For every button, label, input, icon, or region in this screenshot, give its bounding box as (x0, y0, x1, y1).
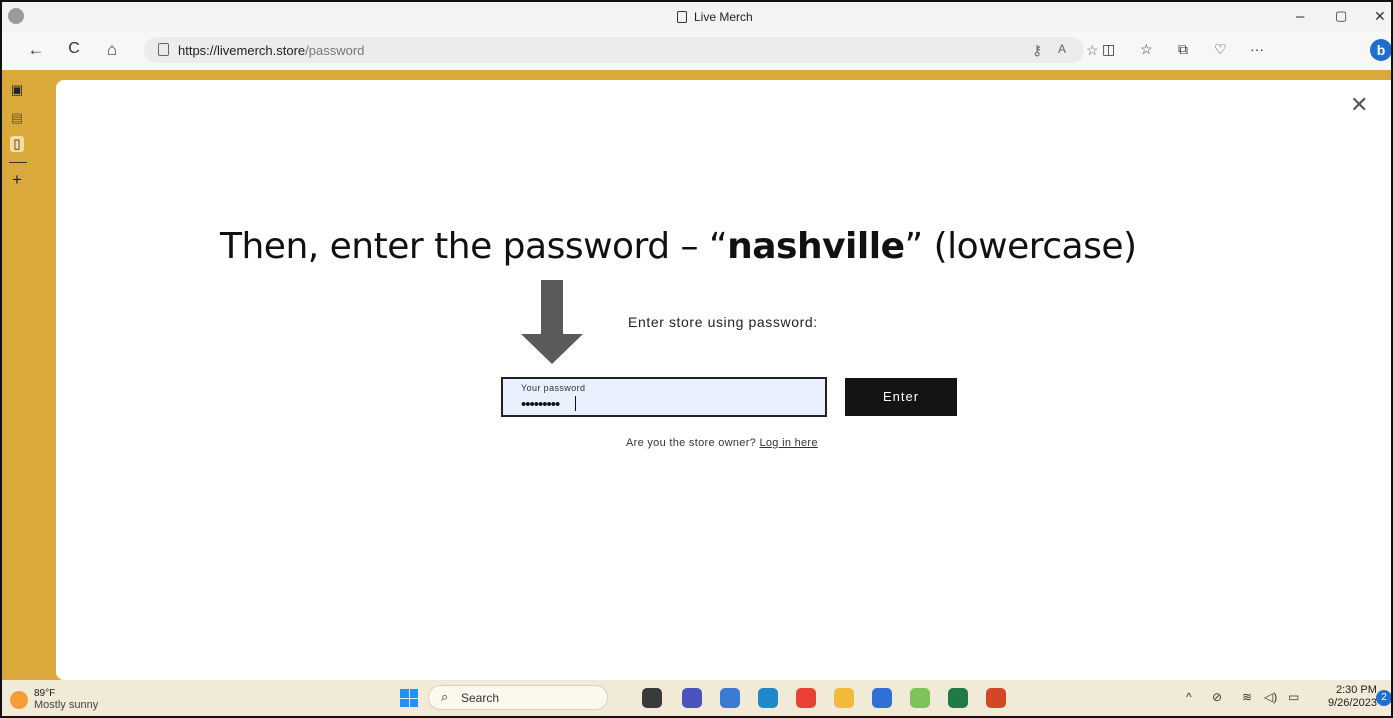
store-icon[interactable] (872, 688, 892, 708)
excel-icon[interactable] (948, 688, 968, 708)
maximize-button[interactable]: ▢ (1335, 8, 1347, 24)
enter-button[interactable]: Enter (845, 378, 957, 416)
chrome-icon[interactable] (796, 688, 816, 708)
tab-actions-icon[interactable]: ▣ (10, 82, 24, 98)
sun-icon (10, 690, 28, 709)
favorites-icon[interactable]: ☆ (1140, 41, 1153, 58)
more-menu-button[interactable]: ··· (1250, 41, 1264, 57)
browser-essentials-icon[interactable]: ♡ (1214, 41, 1227, 58)
title-bar: Live Merch – ▢ ✕ (2, 2, 1391, 32)
key-icon[interactable]: ⚷ (1032, 42, 1042, 59)
network-status-icon[interactable]: ⊘ (1212, 690, 1222, 704)
password-hint: nashville (727, 226, 905, 267)
read-aloud-icon[interactable]: A (1058, 42, 1066, 56)
powerpoint-icon[interactable] (986, 688, 1006, 708)
url-text: https://livemerch.store/password (178, 43, 365, 58)
search-icon: ⌕ (441, 689, 449, 704)
wifi-icon[interactable]: ≋ (1242, 690, 1252, 704)
tab-title: Live Merch (694, 10, 753, 24)
new-tab-button[interactable]: + (10, 170, 24, 190)
close-window-button[interactable]: ✕ (1374, 8, 1386, 25)
show-hidden-icons[interactable]: ^ (1186, 690, 1192, 704)
weather-widget[interactable]: 89°F Mostly sunny (10, 688, 98, 711)
home-button[interactable]: ⌂ (100, 40, 124, 60)
instruction-headline: Then, enter the password – “nashville” (… (220, 226, 1137, 267)
notification-badge[interactable]: 2 (1376, 690, 1392, 706)
split-screen-icon[interactable]: ◫ (1102, 41, 1115, 58)
close-overlay-button[interactable]: ✕ (1350, 92, 1368, 118)
search-label: Search (461, 691, 500, 705)
password-prompt: Enter store using password: (628, 314, 818, 330)
back-button[interactable]: ← (24, 40, 48, 60)
file-explorer-icon[interactable] (834, 688, 854, 708)
task-view-icon[interactable] (642, 688, 662, 708)
collections-icon[interactable]: ⧉ (1178, 41, 1188, 58)
battery-icon[interactable]: ▭ (1288, 690, 1299, 704)
vertical-tabs-sidebar: ▣ ▤ ▯ + (2, 70, 36, 680)
address-bar[interactable]: https://livemerch.store/password ⚷ A ☆ (144, 37, 1099, 63)
owner-login-text: Are you the store owner? Log in here (626, 437, 818, 449)
weather-desc: Mostly sunny (34, 699, 99, 711)
active-tab[interactable]: Live Merch (677, 10, 753, 24)
password-input[interactable]: Your password ••••••••• (501, 377, 827, 417)
text-caret (575, 396, 576, 411)
active-tab-icon[interactable]: ▯ (10, 136, 24, 152)
taskbar: 89°F Mostly sunny ⌕ Search ^ ⊘ ≋ ◁) ▭ 2:… (2, 680, 1392, 716)
refresh-button[interactable]: C (62, 40, 86, 58)
navigation-bar: ← C ⌂ https://livemerch.store/password ⚷… (2, 32, 1392, 70)
bing-copilot-icon[interactable]: b (1370, 39, 1392, 61)
volume-icon[interactable]: ◁) (1264, 690, 1277, 704)
clock-date: 9/26/2023 (1328, 697, 1377, 709)
windows-start-icon[interactable] (400, 689, 418, 707)
password-value: ••••••••• (521, 396, 560, 413)
favorite-star-icon[interactable]: ☆ (1086, 42, 1099, 59)
weather-temp: 89°F (34, 688, 56, 699)
sidebar-divider (9, 162, 27, 163)
globe-icon[interactable] (910, 688, 930, 708)
profile-icon[interactable] (8, 8, 24, 24)
widgets-icon[interactable] (720, 688, 740, 708)
edge-icon[interactable] (758, 688, 778, 708)
page-content: ✕ Then, enter the password – “nashville”… (56, 80, 1393, 680)
meet-icon[interactable] (682, 688, 702, 708)
clock-time: 2:30 PM (1335, 684, 1377, 696)
taskbar-search[interactable]: ⌕ Search (428, 685, 608, 710)
workspace-tab-icon[interactable]: ▤ (10, 110, 24, 126)
system-clock[interactable]: 2:30 PM 9/26/2023 (1328, 684, 1377, 710)
page-icon (677, 11, 687, 23)
owner-login-link[interactable]: Log in here (759, 437, 817, 449)
lock-icon (158, 43, 169, 56)
minimize-button[interactable]: – (1296, 8, 1304, 25)
password-label: Your password (521, 383, 586, 393)
